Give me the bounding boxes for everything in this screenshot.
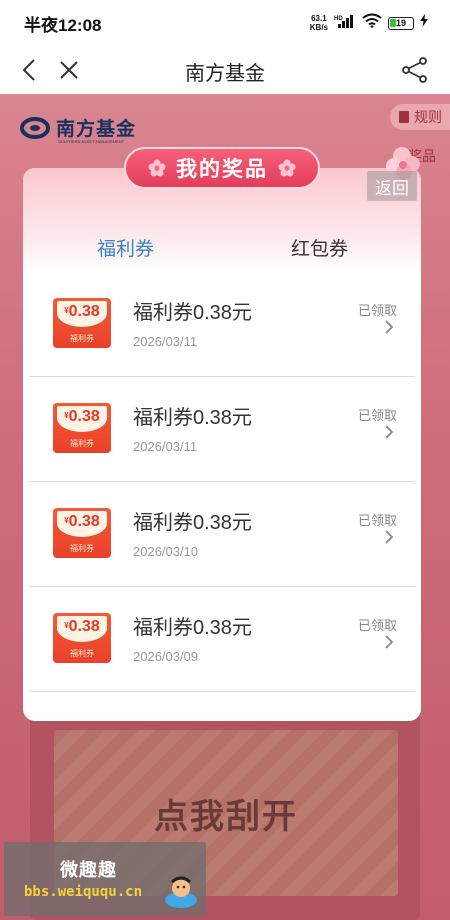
prize-row[interactable]: ¥0.38 福利券 福利券0.38元 2026/03/11 已领取 — [29, 377, 415, 482]
coupon-label: 福利券 — [70, 649, 94, 658]
coupon-value: ¥0.38 — [53, 303, 111, 321]
coupon-label: 福利券 — [70, 544, 94, 553]
battery-level: 19 — [395, 18, 406, 28]
prize-status: 已领取 — [357, 513, 397, 528]
coupon-label: 福利券 — [70, 439, 94, 448]
watermark: 微趣趣 bbs.weiququ.cn — [4, 842, 206, 916]
brand-logo-subtext: SOUTHERN ASSET MANAGEMENT — [58, 139, 125, 144]
flower-icon — [148, 159, 166, 177]
prize-row[interactable]: ¥0.38 福利券 福利券0.38元 2026/03/10 已领取 — [29, 482, 415, 587]
charging-icon — [420, 14, 428, 32]
coupon-icon: ¥0.38 福利券 — [53, 613, 111, 663]
prize-name: 福利券0.38元 — [133, 407, 252, 429]
tab-red-packet-coupon[interactable]: 红包券 — [291, 234, 348, 261]
prize-row[interactable]: ¥0.38 福利券 福利券0.38元 2026/03/09 已领取 — [29, 587, 415, 692]
brand-logo: 南方基金 SOUTHERN ASSET MANAGEMENT — [20, 114, 137, 144]
coupon-icon: ¥0.38 福利券 — [53, 508, 111, 558]
prize-status: 已领取 — [357, 618, 397, 633]
prize-date: 2026/03/10 — [133, 544, 199, 559]
coupon-amount: 0.38 — [68, 513, 100, 530]
modal-title: 我的奖品 — [176, 158, 268, 181]
prize-status: 已领取 — [357, 303, 397, 318]
wifi-icon — [362, 13, 382, 33]
chevron-right-icon — [385, 320, 394, 334]
page-title: 南方基金 — [185, 63, 265, 85]
network-speed: 63.1 KB/s — [310, 14, 328, 32]
return-button[interactable]: 返回 — [367, 171, 417, 201]
prize-status: 已领取 — [357, 408, 397, 423]
prize-date: 2026/03/11 — [133, 439, 198, 454]
coupon-label: 福利券 — [70, 334, 94, 343]
flower-icon — [278, 159, 296, 177]
tab-welfare-coupon[interactable]: 福利券 — [97, 234, 154, 261]
coupon-value: ¥0.38 — [53, 408, 111, 426]
prize-date: 2026/03/11 — [133, 334, 198, 349]
chevron-right-icon — [385, 635, 394, 649]
rules-book-icon — [399, 111, 409, 123]
status-indicators: 63.1 KB/s HD 19 — [310, 13, 428, 33]
my-prizes-modal: 福利券 红包券 ¥0.38 福利券 福利券0.38元 2026/03/11 已领… — [23, 168, 421, 721]
watermark-title: 微趣趣 — [60, 860, 117, 880]
brand-mark-icon — [20, 116, 50, 139]
status-bar: 半夜12:08 63.1 KB/s HD 19 — [0, 0, 450, 46]
prize-name: 福利券0.38元 — [133, 302, 252, 324]
prize-name: 福利券0.38元 — [133, 617, 252, 639]
signal-icon: HD — [334, 14, 356, 33]
rules-label: 规则 — [414, 109, 442, 125]
chevron-right-icon — [385, 530, 394, 544]
nav-bar: 南方基金 — [0, 46, 450, 94]
share-icon[interactable] — [402, 57, 428, 83]
modal-title-ribbon: 我的奖品 — [124, 147, 320, 189]
rules-button[interactable]: 规则 — [390, 104, 450, 130]
coupon-amount: 0.38 — [68, 303, 100, 320]
prize-date: 2026/03/09 — [133, 649, 199, 664]
status-time: 半夜12:08 — [24, 15, 102, 35]
watermark-url: bbs.weiququ.cn — [24, 884, 143, 900]
battery-indicator: 19 — [388, 16, 414, 30]
net-speed-value: 63.1 — [311, 14, 327, 23]
prize-list: ¥0.38 福利券 福利券0.38元 2026/03/11 已领取 ¥0.38 … — [23, 272, 421, 692]
brand-logo-text: 南方基金 — [56, 119, 137, 140]
signal-tag: HD — [334, 16, 343, 22]
coupon-amount: 0.38 — [68, 618, 100, 635]
mascot-icon — [165, 876, 197, 908]
coupon-value: ¥0.38 — [53, 618, 111, 636]
net-speed-unit: KB/s — [309, 23, 328, 32]
prize-name: 福利券0.38元 — [133, 512, 252, 534]
coupon-icon: ¥0.38 福利券 — [53, 403, 111, 453]
prize-row[interactable]: ¥0.38 福利券 福利券0.38元 2026/03/11 已领取 — [29, 272, 415, 377]
coupon-icon: ¥0.38 福利券 — [53, 298, 111, 348]
chevron-right-icon — [385, 425, 394, 439]
scratch-label: 点我刮开 — [154, 797, 298, 836]
coupon-amount: 0.38 — [68, 408, 100, 425]
coupon-value: ¥0.38 — [53, 513, 111, 531]
